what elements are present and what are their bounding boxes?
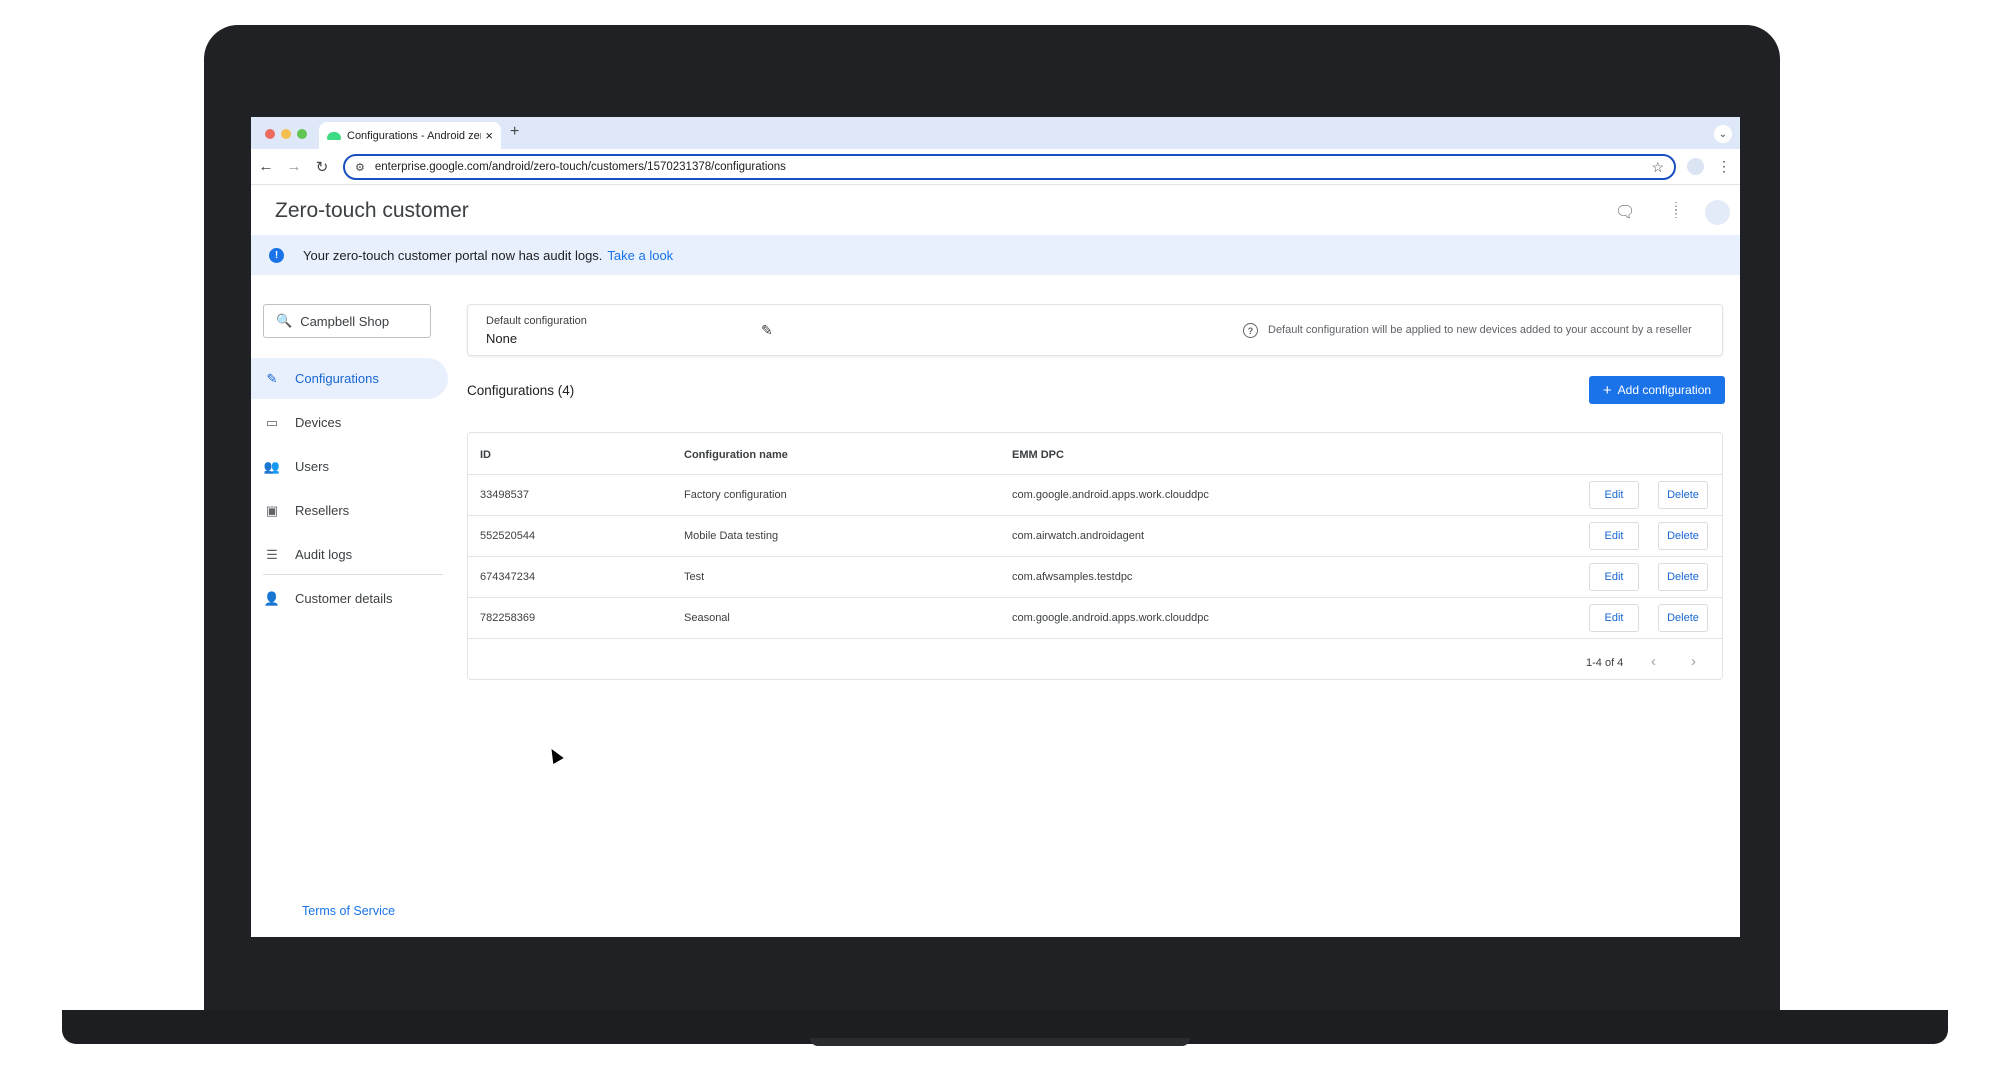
plus-icon: + — [1602, 381, 1612, 399]
pencil-icon: ✎ — [266, 370, 278, 386]
sidebar-item-label: Configurations — [295, 371, 379, 386]
table-row: 674347234 Test com.afwsamples.testdpc Ed… — [468, 557, 1722, 598]
sidebar-item-label: Audit logs — [295, 547, 353, 562]
delete-button[interactable]: Delete — [1658, 563, 1708, 591]
sidebar-item-devices[interactable]: ▭ Devices — [251, 402, 448, 443]
config-dpc: com.afwsamples.testdpc — [1012, 571, 1133, 583]
laptop-notch — [810, 1038, 1190, 1046]
address-bar[interactable]: ⚙ enterprise.google.com/android/zero-tou… — [343, 154, 1676, 180]
config-dpc: com.google.android.apps.work.clouddpc — [1012, 489, 1209, 501]
android-favicon-icon — [327, 131, 341, 140]
table-row: 782258369 Seasonal com.google.android.ap… — [468, 598, 1722, 639]
audit-logs-icon: ☰ — [266, 546, 278, 562]
bookmark-star-icon[interactable]: ☆ — [1651, 159, 1664, 176]
tab-bar: Configurations - Android zero × + ⌄ — [251, 117, 1740, 149]
config-name: Test — [684, 571, 705, 583]
maximize-window-button[interactable] — [297, 129, 307, 139]
search-icon: 🔍 — [276, 313, 293, 328]
app-header: Zero-touch customer 🗨 ⋮⋮⋮ — [251, 185, 1740, 235]
close-window-button[interactable] — [265, 129, 275, 139]
new-tab-button[interactable]: + — [510, 123, 519, 141]
config-dpc: com.google.android.apps.work.clouddpc — [1012, 612, 1209, 624]
browser-window: Configurations - Android zero × + ⌄ ← → … — [251, 117, 1740, 937]
audit-logs-banner: ! Your zero-touch customer portal now ha… — [251, 235, 1740, 275]
sidebar-item-label: Users — [295, 459, 329, 474]
delete-button[interactable]: Delete — [1658, 604, 1708, 632]
search-value[interactable]: Campbell Shop — [300, 314, 389, 329]
site-info-icon[interactable]: ⚙ — [355, 161, 365, 174]
minimize-window-button[interactable] — [281, 129, 291, 139]
config-name: Mobile Data testing — [684, 530, 779, 542]
users-icon: 👥 — [263, 458, 281, 474]
customer-search-input[interactable]: 🔍 Campbell Shop — [263, 304, 431, 338]
default-configuration-label: Default configuration — [486, 315, 587, 327]
profile-avatar[interactable] — [1687, 158, 1704, 175]
info-icon: ! — [269, 247, 284, 263]
configurations-table: ID Configuration name EMM DPC 33498537 F… — [467, 432, 1723, 680]
customer-details-icon: 👤 — [263, 590, 281, 606]
apps-grid-icon[interactable]: ⋮⋮⋮ — [1671, 202, 1687, 220]
edit-button[interactable]: Edit — [1589, 563, 1639, 591]
delete-button[interactable]: Delete — [1658, 481, 1708, 509]
table-row: 33498537 Factory configuration com.googl… — [468, 475, 1722, 516]
url-text[interactable]: enterprise.google.com/android/zero-touch… — [375, 161, 1652, 173]
config-dpc: com.airwatch.androidagent — [1012, 530, 1145, 542]
tab-search-chevron-icon[interactable]: ⌄ — [1714, 125, 1732, 143]
account-avatar[interactable] — [1705, 200, 1730, 225]
tab-title: Configurations - Android zero — [347, 129, 482, 142]
pagination-range: 1-4 of 4 — [1586, 657, 1624, 669]
column-header-id[interactable]: ID — [480, 449, 491, 461]
column-header-name[interactable]: Configuration name — [684, 449, 788, 461]
next-page-icon[interactable]: › — [1691, 653, 1696, 670]
edit-button[interactable]: Edit — [1589, 522, 1639, 550]
add-configuration-button[interactable]: + Add configuration — [1589, 376, 1725, 404]
edit-button[interactable]: Edit — [1589, 604, 1639, 632]
config-id: 674347234 — [480, 571, 536, 583]
default-configuration-help-text: Default configuration will be applied to… — [1268, 324, 1692, 336]
delete-button[interactable]: Delete — [1658, 522, 1708, 550]
browser-tab[interactable]: Configurations - Android zero × — [319, 122, 501, 149]
config-name: Factory configuration — [684, 489, 787, 501]
table-header-row: ID Configuration name EMM DPC — [468, 433, 1722, 475]
tab-close-icon[interactable]: × — [485, 128, 493, 143]
forward-icon[interactable]: → — [285, 158, 303, 175]
default-configuration-value: None — [486, 331, 518, 346]
feedback-icon[interactable]: 🗨 — [1615, 202, 1635, 222]
sidebar-item-users[interactable]: 👥 Users — [251, 446, 448, 487]
resellers-icon: ▣ — [265, 502, 279, 518]
browser-menu-icon[interactable]: ⋮ — [1717, 158, 1731, 175]
table-row: 552520544 Mobile Data testing com.airwat… — [468, 516, 1722, 557]
edit-default-configuration-icon[interactable]: ✎ — [761, 322, 773, 339]
sidebar-nav: ✎ Configurations ▭ Devices 👥 Users ▣ Res… — [251, 358, 448, 622]
sidebar-item-resellers[interactable]: ▣ Resellers — [251, 490, 448, 531]
config-id: 552520544 — [480, 530, 536, 542]
reload-icon[interactable]: ↻ — [313, 158, 331, 176]
config-id: 782258369 — [480, 612, 536, 624]
config-id: 33498537 — [480, 489, 529, 501]
browser-toolbar: ← → ↻ ⚙ enterprise.google.com/android/ze… — [251, 149, 1740, 185]
sidebar-item-audit-logs[interactable]: ☰ Audit logs — [251, 534, 448, 575]
sidebar-item-customer-details[interactable]: 👤 Customer details — [251, 578, 448, 619]
column-header-emm-dpc[interactable]: EMM DPC — [1012, 449, 1064, 461]
default-configuration-card: Default configuration None ✎ ? Default c… — [467, 304, 1723, 356]
sidebar-item-label: Customer details — [295, 591, 393, 606]
page-title: Zero-touch customer — [275, 199, 469, 222]
previous-page-icon[interactable]: ‹ — [1651, 653, 1656, 670]
banner-text: Your zero-touch customer portal now has … — [303, 247, 603, 263]
back-icon[interactable]: ← — [257, 158, 275, 175]
sidebar-divider — [263, 574, 443, 575]
help-icon[interactable]: ? — [1243, 323, 1258, 338]
config-name: Seasonal — [684, 612, 730, 624]
terms-of-service-link[interactable]: Terms of Service — [302, 904, 395, 918]
add-configuration-label: Add configuration — [1617, 383, 1712, 397]
sidebar-item-configurations[interactable]: ✎ Configurations — [251, 358, 448, 399]
edit-button[interactable]: Edit — [1589, 481, 1639, 509]
devices-icon: ▭ — [265, 414, 279, 430]
take-a-look-link[interactable]: Take a look — [607, 248, 673, 263]
configurations-heading: Configurations (4) — [467, 383, 575, 398]
sidebar-item-label: Devices — [295, 415, 342, 430]
sidebar-item-label: Resellers — [295, 503, 350, 518]
